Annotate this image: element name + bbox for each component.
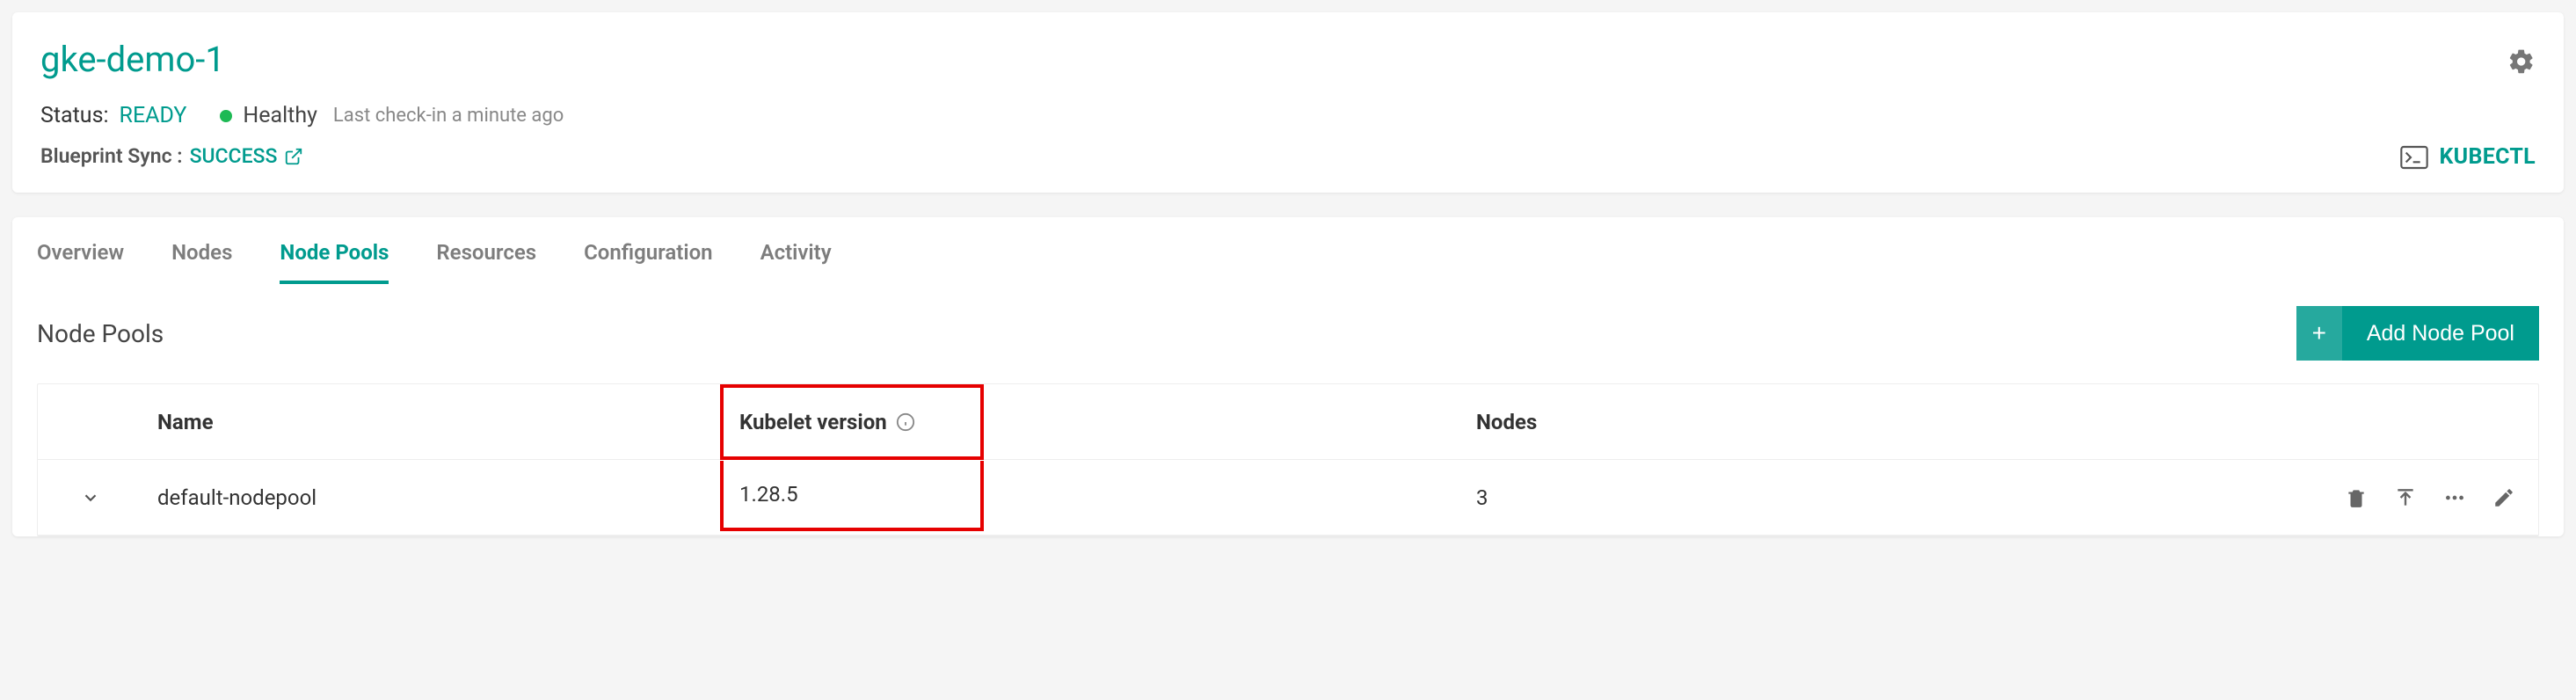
upgrade-button[interactable]	[2394, 486, 2417, 509]
expand-toggle[interactable]	[81, 488, 100, 507]
more-actions-button[interactable]	[2443, 486, 2466, 509]
blueprint-label: Blueprint Sync :	[40, 144, 183, 168]
header-kubelet-label: Kubelet version	[739, 410, 887, 434]
plus-icon: +	[2296, 306, 2342, 361]
settings-button[interactable]	[2507, 47, 2536, 76]
cluster-header-card: gke-demo-1 Status: READY Healthy Last ch…	[12, 12, 2564, 193]
blueprint-line: Blueprint Sync : SUCCESS	[40, 144, 2536, 168]
cell-kubelet: 1.28.5	[706, 464, 1462, 531]
tab-configuration[interactable]: Configuration	[584, 240, 712, 284]
main-panel: Overview Nodes Node Pools Resources Conf…	[12, 217, 2564, 536]
health-text: Healthy	[243, 103, 317, 128]
cell-nodes: 3	[1462, 485, 2248, 510]
section-bar: Node Pools + Add Node Pool	[12, 285, 2564, 369]
edit-button[interactable]	[2492, 486, 2515, 509]
tab-node-pools[interactable]: Node Pools	[280, 240, 389, 284]
status-line: Status: READY Healthy Last check-in a mi…	[40, 103, 2536, 128]
last-checkin-text: Last check-in a minute ago	[333, 105, 564, 127]
cluster-name: gke-demo-1	[40, 39, 2536, 80]
tab-overview[interactable]: Overview	[37, 240, 124, 284]
section-title: Node Pools	[37, 319, 164, 348]
cell-kubelet-value: 1.28.5	[739, 482, 798, 507]
info-icon[interactable]	[887, 412, 915, 432]
cell-name: default-nodepool	[143, 485, 706, 510]
add-node-pool-button[interactable]: + Add Node Pool	[2296, 306, 2539, 361]
table-header-row: Name Kubelet version Nodes	[38, 384, 2538, 460]
kubectl-button[interactable]: KUBECTL	[2400, 144, 2536, 170]
status-value: READY	[120, 103, 187, 128]
cell-actions	[2248, 486, 2538, 509]
add-node-pool-label: Add Node Pool	[2342, 321, 2539, 346]
delete-button[interactable]	[2345, 486, 2368, 509]
tab-activity[interactable]: Activity	[760, 240, 832, 284]
header-kubelet-version[interactable]: Kubelet version	[706, 400, 1462, 444]
tab-resources[interactable]: Resources	[436, 240, 536, 284]
node-pools-table: Name Kubelet version Nodes	[37, 383, 2539, 536]
tab-nodes[interactable]: Nodes	[171, 240, 232, 284]
external-link-icon[interactable]	[284, 147, 303, 166]
table-row: default-nodepool 1.28.5 3	[38, 460, 2538, 536]
header-name[interactable]: Name	[143, 410, 706, 434]
blueprint-status[interactable]: SUCCESS	[190, 144, 278, 168]
header-nodes[interactable]: Nodes	[1462, 410, 2248, 434]
kubectl-label: KUBECTL	[2439, 144, 2536, 170]
status-label: Status:	[40, 103, 109, 128]
tabs: Overview Nodes Node Pools Resources Conf…	[12, 217, 2564, 285]
health-dot-icon	[220, 110, 232, 122]
